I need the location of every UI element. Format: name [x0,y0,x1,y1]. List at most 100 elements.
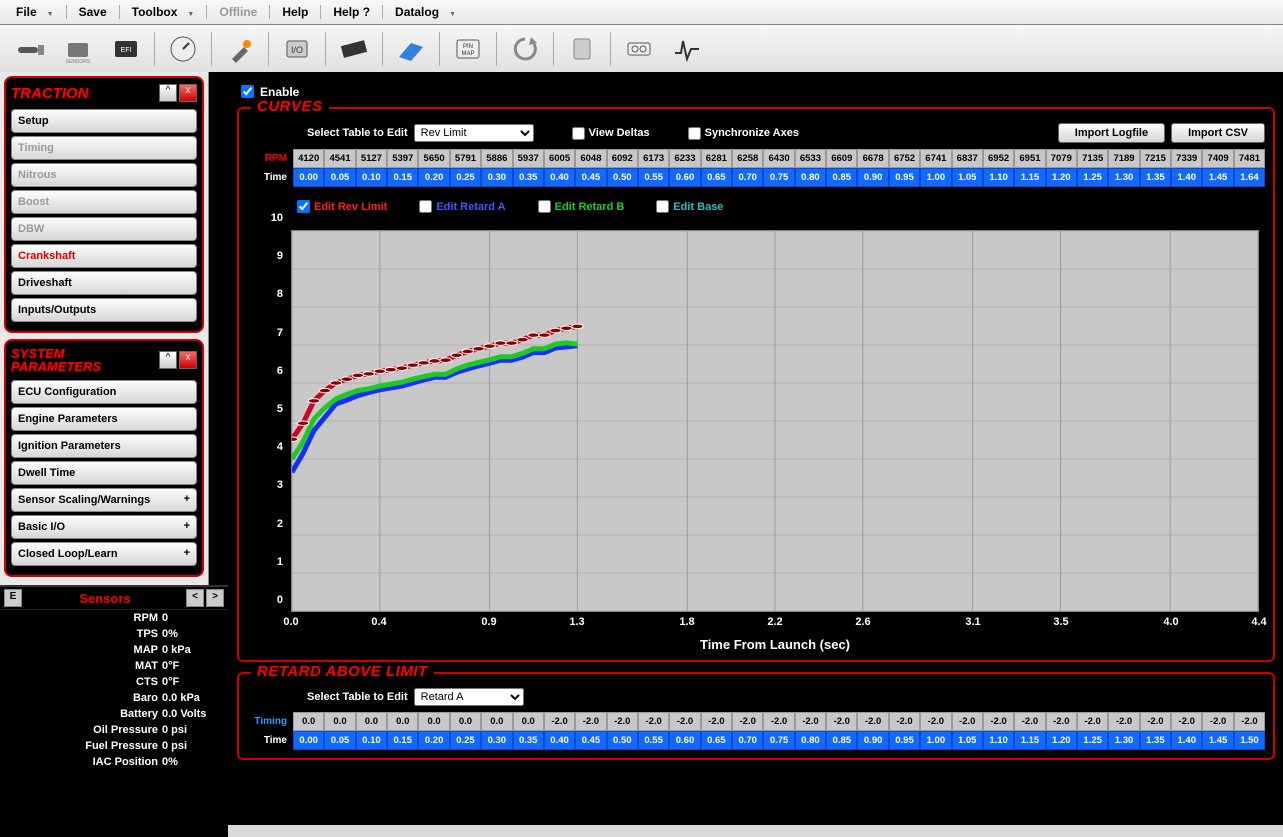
data-cell[interactable]: 0.50 [607,731,638,750]
offset-curves-button[interactable]: Offset Editable Curves [1145,200,1265,214]
data-cell[interactable]: 6048 [575,149,606,168]
data-cell[interactable]: 0.90 [857,731,888,750]
data-cell[interactable]: 0.35 [513,731,544,750]
tire-icon[interactable] [332,29,376,69]
view-deltas-checkbox[interactable]: View Deltas [568,124,650,143]
data-cell[interactable]: 0.50 [607,168,638,187]
data-cell[interactable]: 0.0 [481,712,512,731]
import-csv-button[interactable]: Import CSV [1171,123,1265,143]
data-cell[interactable]: -2.0 [1171,712,1202,731]
data-cell[interactable]: -2.0 [732,712,763,731]
data-cell[interactable]: -2.0 [544,712,575,731]
data-cell[interactable]: 1.10 [983,168,1014,187]
sidebar-item-sensor-scaling-warnings[interactable]: Sensor Scaling/Warnings+ [11,488,197,512]
sensors-expand-icon[interactable]: E [4,589,22,607]
data-cell[interactable]: 0.10 [356,168,387,187]
data-cell[interactable]: -2.0 [1077,712,1108,731]
data-cell[interactable]: 0.55 [638,168,669,187]
data-cell[interactable]: 0.00 [293,168,324,187]
sparkplug-icon[interactable] [8,29,52,69]
data-cell[interactable]: 0.20 [418,731,449,750]
data-cell[interactable]: 6837 [952,149,983,168]
data-cell[interactable]: 6533 [795,149,826,168]
waveform-icon[interactable] [665,29,709,69]
data-cell[interactable]: -2.0 [983,712,1014,731]
data-cell[interactable]: 6952 [983,149,1014,168]
data-cell[interactable]: -2.0 [826,712,857,731]
refresh-icon[interactable] [503,29,547,69]
data-cell[interactable]: 0.30 [481,731,512,750]
data-cell[interactable]: 4541 [324,149,355,168]
data-cell[interactable]: 0.85 [826,731,857,750]
data-cell[interactable]: -2.0 [857,712,888,731]
data-cell[interactable]: 6005 [544,149,575,168]
edit-rev-limit-checkbox[interactable]: Edit Rev Limit [293,197,387,216]
data-cell[interactable]: 1.00 [920,731,951,750]
gauge-icon[interactable] [161,29,205,69]
data-cell[interactable]: 6752 [889,149,920,168]
menu-file[interactable]: File [6,5,64,19]
sensors-prev-icon[interactable]: < [186,589,204,607]
data-cell[interactable]: 0.0 [387,712,418,731]
dash-icon[interactable] [617,29,661,69]
data-cell[interactable]: 0.70 [732,731,763,750]
menu-help[interactable]: Help ? [323,5,380,19]
menu-help[interactable]: Help [272,5,318,19]
data-cell[interactable]: 5127 [356,149,387,168]
grid3d-icon[interactable] [389,29,433,69]
data-cell[interactable]: 7339 [1171,149,1202,168]
data-cell[interactable]: 0.00 [293,731,324,750]
data-cell[interactable]: 0.95 [889,731,920,750]
data-cell[interactable]: 1.05 [952,168,983,187]
data-cell[interactable]: 6678 [857,149,888,168]
data-cell[interactable]: -2.0 [795,712,826,731]
data-cell[interactable]: 1.35 [1140,731,1171,750]
data-cell[interactable]: 0.40 [544,168,575,187]
sidebar-item-ecu-configuration[interactable]: ECU Configuration [11,380,197,404]
data-cell[interactable]: 7409 [1202,149,1233,168]
table-select[interactable]: Rev Limit [414,124,534,142]
data-cell[interactable]: -2.0 [701,712,732,731]
data-cell[interactable]: 1.25 [1077,168,1108,187]
edit-base-checkbox[interactable]: Edit Base [652,197,723,216]
data-cell[interactable]: 7189 [1108,149,1139,168]
data-cell[interactable]: 6430 [763,149,794,168]
data-cell[interactable]: 7079 [1046,149,1077,168]
ecu-icon[interactable]: EFI [104,29,148,69]
close-icon[interactable]: x [179,84,197,102]
data-cell[interactable]: 6092 [607,149,638,168]
data-cell[interactable]: 1.00 [920,168,951,187]
data-cell[interactable]: 0.70 [732,168,763,187]
data-cell[interactable]: 1.15 [1014,731,1045,750]
data-cell[interactable]: -2.0 [763,712,794,731]
data-cell[interactable]: 0.0 [324,712,355,731]
data-cell[interactable]: 7215 [1140,149,1171,168]
sidebar-item-setup[interactable]: Setup [11,109,197,133]
data-cell[interactable]: 5791 [450,149,481,168]
menu-offline[interactable]: Offline [209,5,267,19]
data-cell[interactable]: 0.0 [356,712,387,731]
data-cell[interactable]: 0.05 [324,731,355,750]
data-cell[interactable]: -2.0 [1202,712,1233,731]
data-cell[interactable]: 1.25 [1077,731,1108,750]
data-cell[interactable]: 0.25 [450,168,481,187]
data-cell[interactable]: 6258 [732,149,763,168]
data-cell[interactable]: -2.0 [669,712,700,731]
data-cell[interactable]: 0.05 [324,168,355,187]
data-cell[interactable]: 6233 [669,149,700,168]
data-cell[interactable]: 1.30 [1108,731,1139,750]
data-cell[interactable]: 0.35 [513,168,544,187]
data-cell[interactable]: 1.20 [1046,731,1077,750]
data-cell[interactable]: 0.65 [701,168,732,187]
data-cell[interactable]: 0.20 [418,168,449,187]
data-cell[interactable]: 1.45 [1202,731,1233,750]
minimize-icon[interactable]: ^ [159,351,177,369]
data-cell[interactable]: 0.15 [387,168,418,187]
data-cell[interactable]: 0.30 [481,168,512,187]
menu-save[interactable]: Save [69,5,117,19]
data-cell[interactable]: 7135 [1077,149,1108,168]
data-cell[interactable]: -2.0 [1234,712,1265,731]
data-cell[interactable]: 0.75 [763,731,794,750]
data-cell[interactable]: -2.0 [575,712,606,731]
minimize-icon[interactable]: ^ [159,84,177,102]
